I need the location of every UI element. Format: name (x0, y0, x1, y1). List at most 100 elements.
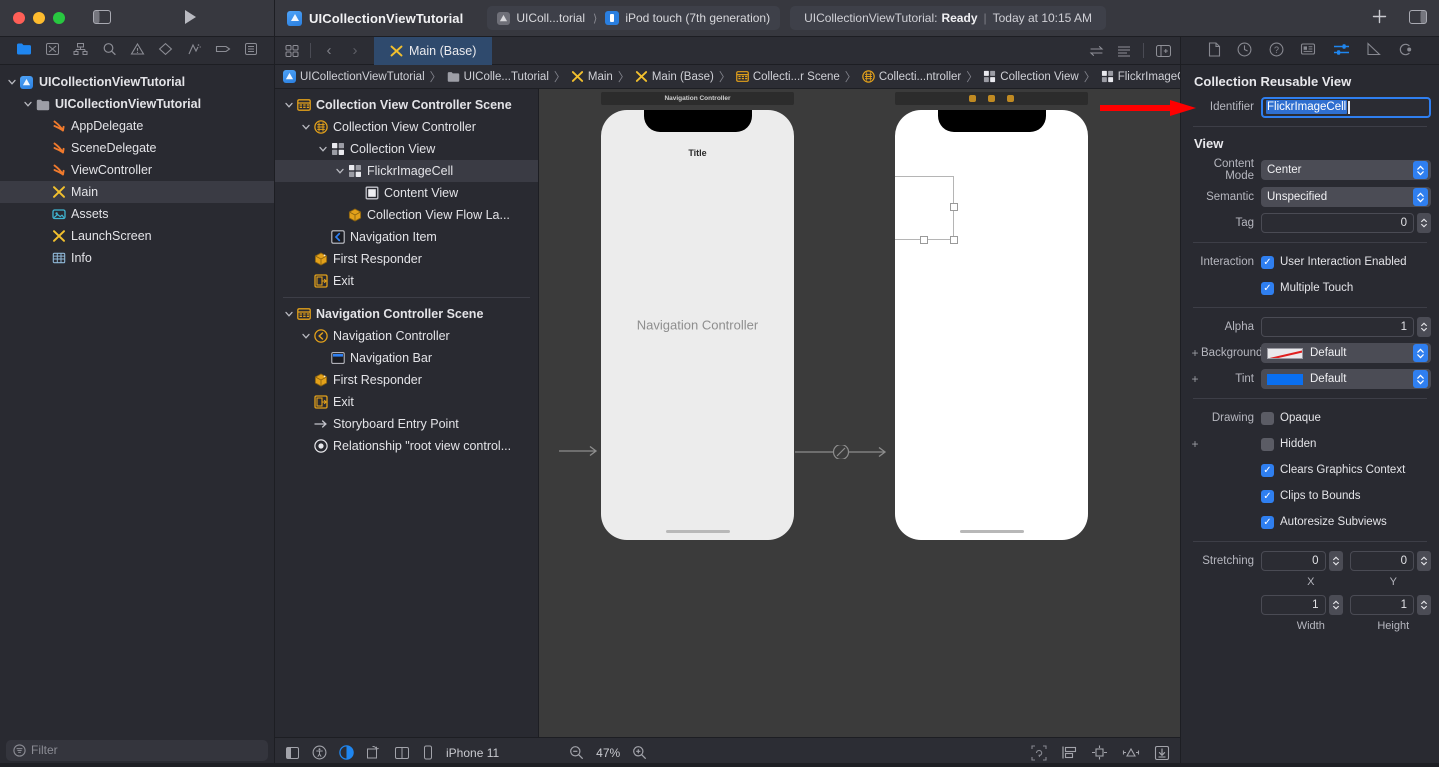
stretch-height-input[interactable]: 1 (1349, 595, 1414, 615)
add-editor-button[interactable] (1372, 9, 1387, 27)
issue-navigator-icon[interactable] (130, 42, 145, 59)
window-controls[interactable] (0, 12, 65, 24)
first-responder-dock-icon[interactable] (988, 95, 995, 102)
sidebar-toggle-icon[interactable] (93, 9, 111, 27)
forward-button[interactable]: › (344, 42, 366, 59)
tree-row[interactable]: First Responder (275, 248, 538, 270)
alpha-input[interactable]: 1 (1261, 317, 1414, 337)
stretch-x-stepper[interactable] (1328, 551, 1343, 571)
stretch-y-input[interactable]: 0 (1349, 551, 1414, 571)
breadcrumb-item[interactable]: Main (571, 70, 613, 83)
semantic-select[interactable]: Unspecified (1261, 187, 1431, 207)
hierarchy-navigator-icon[interactable] (73, 42, 88, 59)
breadcrumb-item[interactable]: Main (Base) (635, 70, 714, 83)
tree-row[interactable]: UICollectionViewTutorial (0, 93, 274, 115)
test-navigator-icon[interactable] (158, 42, 173, 59)
identifier-input[interactable]: FlickrImageCell (1261, 96, 1431, 118)
stretch-x-input[interactable]: 0 (1261, 551, 1326, 571)
debug-navigator-icon[interactable] (187, 42, 202, 59)
document-outline-toggle-icon[interactable] (285, 746, 300, 760)
connections-inspector-icon[interactable] (1398, 42, 1413, 60)
opaque-checkbox[interactable]: Opaque (1261, 408, 1321, 428)
close-window-button[interactable] (13, 12, 25, 24)
update-frames-icon[interactable] (1031, 744, 1047, 761)
tree-row[interactable]: Main (0, 181, 274, 203)
attributes-inspector-icon[interactable] (1333, 43, 1350, 59)
tree-row[interactable]: Info (0, 247, 274, 269)
stretch-y-stepper[interactable] (1417, 551, 1431, 571)
zoom-window-button[interactable] (53, 12, 65, 24)
stretch-width-input[interactable]: 1 (1261, 595, 1326, 615)
tree-row[interactable]: Navigation Bar (275, 347, 538, 369)
background-add-variation-button[interactable]: + (1189, 347, 1201, 359)
resize-handle-right[interactable] (950, 203, 958, 211)
minimize-window-button[interactable] (33, 12, 45, 24)
content-mode-select[interactable]: Center (1261, 160, 1431, 180)
tint-color-select[interactable]: Default (1261, 369, 1431, 389)
report-navigator-icon[interactable] (244, 42, 258, 59)
clears-graphics-context-checkbox[interactable]: ✓ Clears Graphics Context (1261, 460, 1405, 480)
tag-input[interactable]: 0 (1261, 213, 1414, 233)
tree-row[interactable]: Collection View (275, 138, 538, 160)
exit-dock-icon[interactable] (1007, 95, 1014, 102)
variants-icon[interactable] (394, 746, 410, 760)
adjust-editor-icon[interactable] (1086, 44, 1108, 58)
view-controller-dock-icon[interactable] (969, 95, 976, 102)
hidden-checkbox[interactable]: Hidden (1261, 434, 1316, 454)
scheme-name[interactable]: UIColl...torial (516, 11, 585, 25)
tree-row[interactable]: Relationship "root view control... (275, 435, 538, 457)
source-control-navigator-icon[interactable] (45, 42, 60, 59)
breadcrumb-item[interactable]: FlickrImageCell (1101, 70, 1180, 83)
scene-navigation-controller[interactable]: Navigation Controller Title Navigation C… (601, 92, 794, 540)
tree-row[interactable]: AppDelegate (0, 115, 274, 137)
tree-row[interactable]: Exit (275, 391, 538, 413)
align-icon[interactable] (1091, 745, 1108, 760)
file-inspector-icon[interactable] (1208, 41, 1221, 60)
tree-row[interactable]: LaunchScreen (0, 225, 274, 247)
background-color-select[interactable]: Default (1261, 343, 1431, 363)
history-inspector-icon[interactable] (1237, 42, 1252, 60)
disclosure-triangle-icon[interactable] (317, 145, 329, 153)
disclosure-triangle-icon[interactable] (6, 78, 18, 86)
disclosure-triangle-icon[interactable] (300, 123, 312, 131)
breadcrumb-item[interactable]: Collecti...r Scene (735, 70, 840, 83)
tag-stepper[interactable] (1417, 213, 1431, 233)
disclosure-triangle-icon[interactable] (300, 332, 312, 340)
zoom-in-icon[interactable] (632, 745, 647, 760)
tree-row[interactable]: UICollectionViewTutorial (0, 71, 274, 93)
breadcrumb-item[interactable]: Collecti...ntroller (862, 70, 961, 83)
related-items-icon[interactable] (281, 44, 303, 58)
disclosure-triangle-icon[interactable] (334, 167, 346, 175)
selected-cell-outline[interactable] (895, 176, 954, 240)
breadcrumb-item[interactable]: UIColle...Tutorial (447, 70, 549, 83)
breadcrumb-item[interactable]: UICollectionViewTutorial (283, 70, 425, 83)
relationship-segue-arrow-icon[interactable] (795, 445, 893, 459)
tree-row[interactable]: Exit (275, 270, 538, 292)
inspector-toggle-icon[interactable] (1409, 9, 1427, 27)
document-outline[interactable]: Collection View Controller Scene Collecti… (275, 89, 539, 737)
run-icon[interactable] (183, 9, 198, 28)
device-icon[interactable] (422, 745, 434, 760)
stretch-height-stepper[interactable] (1417, 595, 1431, 615)
user-interaction-enabled-checkbox[interactable]: ✓ User Interaction Enabled (1261, 252, 1407, 272)
tree-row[interactable]: Collection View Controller Scene (275, 94, 538, 116)
breadcrumb[interactable]: UICollectionViewTutorial 〉 UIColle...Tutor… (275, 65, 1180, 89)
size-inspector-icon[interactable] (1366, 42, 1381, 59)
tree-row[interactable]: Collection View Controller (275, 116, 538, 138)
zoom-out-icon[interactable] (569, 745, 584, 760)
tree-row[interactable]: Navigation Controller Scene (275, 303, 538, 325)
tree-row[interactable]: Content View (275, 182, 538, 204)
project-navigator-icon[interactable] (16, 42, 32, 59)
back-button[interactable]: ‹ (318, 42, 340, 59)
tree-row[interactable]: Navigation Item (275, 226, 538, 248)
resolve-auto-layout-icon[interactable] (1154, 745, 1170, 761)
tree-row[interactable]: Collection View Flow La... (275, 204, 538, 226)
accessibility-inspector-icon[interactable] (312, 745, 327, 760)
stretch-width-stepper[interactable] (1328, 595, 1343, 615)
appearance-toggle-icon[interactable] (339, 745, 354, 760)
device-label[interactable]: iPhone 11 (446, 746, 499, 760)
hidden-add-variation-button[interactable]: + (1189, 438, 1201, 450)
tree-row[interactable]: First Responder (275, 369, 538, 391)
disclosure-triangle-icon[interactable] (283, 310, 295, 318)
alpha-stepper[interactable] (1417, 317, 1431, 337)
